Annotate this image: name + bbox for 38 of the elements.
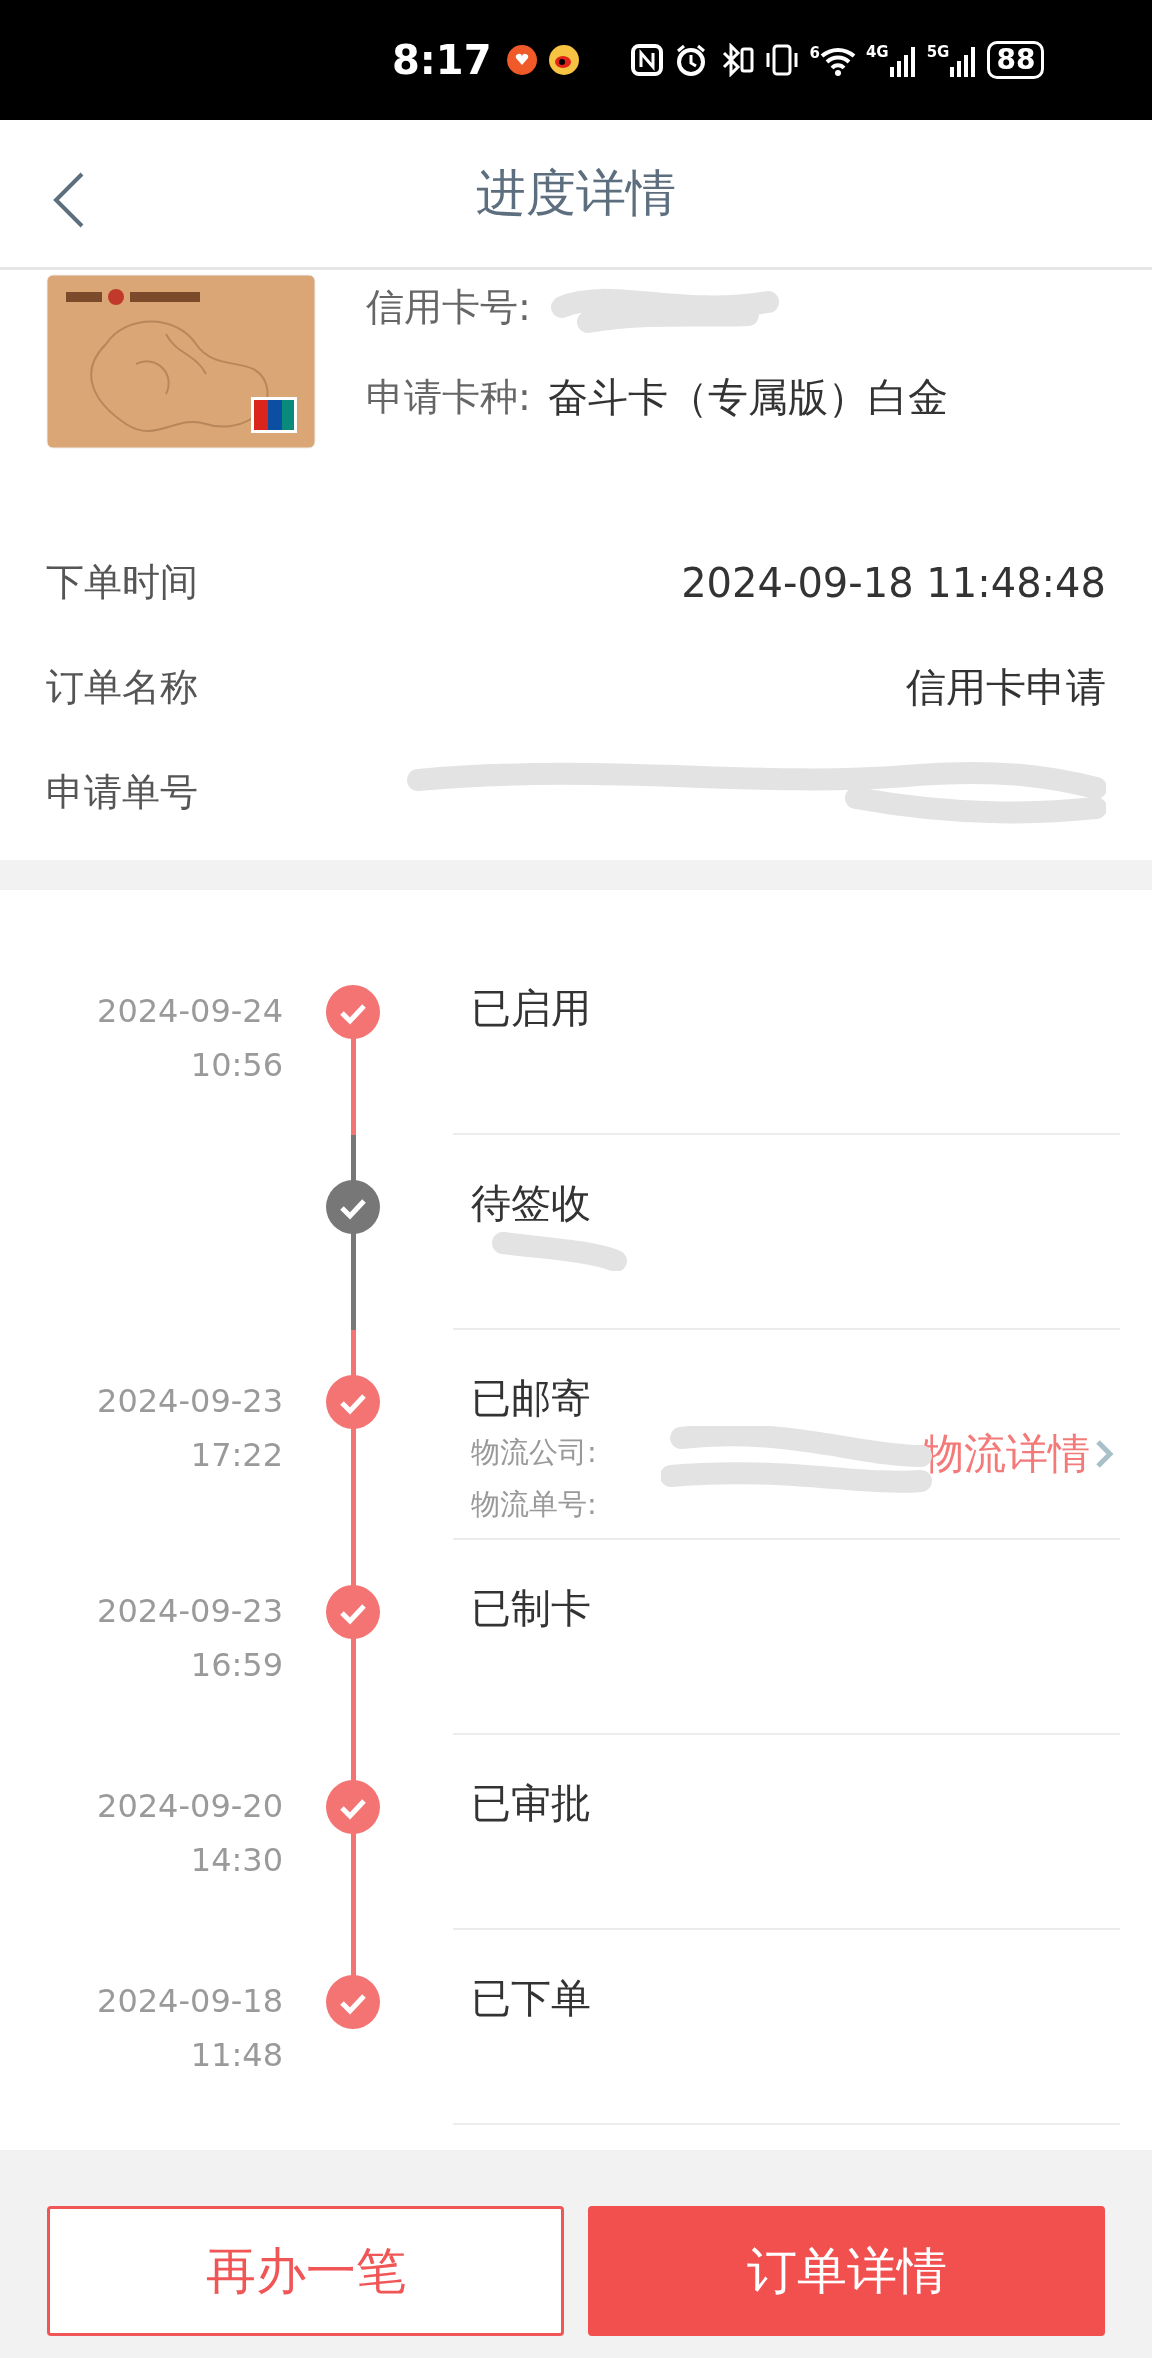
info-value: 信用卡申请 [906,663,1106,712]
wifi-label: 6 [809,44,820,62]
event-time: 10:56 [190,1045,283,1086]
event-time: 17:22 [190,1435,283,1476]
logistics-label: 物流单号: [471,1486,597,1523]
event-date: 2024-09-23 [97,1381,283,1422]
info-value: 2024-09-18 11:48:48 [681,559,1106,606]
network-label: 4G [865,43,889,61]
event-date: 2024-09-24 [97,991,283,1032]
info-label: 申请单号 [46,769,198,816]
status-time: 8:17 [392,37,492,83]
battery-level: 88 [987,41,1045,79]
status-label: 已邮寄 [471,1374,592,1423]
page-title: 进度详情 [476,163,676,224]
apply-again-button[interactable]: 再办一笔 [47,2206,564,2336]
event-date: 2024-09-18 [97,1981,283,2022]
logistics-label: 物流公司: [471,1434,597,1471]
event-time: 14:30 [190,1840,283,1881]
order-details-button[interactable]: 订单详情 [588,2206,1105,2336]
event-date: 2024-09-20 [97,1786,283,1827]
app-notification-icon [547,44,580,76]
app-notification-icon [505,44,538,76]
event-time: 11:48 [190,2035,283,2076]
info-label: 下单时间 [46,559,198,606]
info-label: 订单名称 [46,664,198,711]
status-label: 已审批 [471,1779,592,1828]
chevron-right-icon [1094,1439,1114,1469]
status-label: 已下单 [471,1974,592,2023]
event-time: 16:59 [190,1645,283,1686]
network-label: 5G [926,43,950,61]
status-label: 已制卡 [471,1584,592,1633]
nfc-icon [629,43,664,77]
status-label: 已启用 [471,984,592,1033]
card-type: 奋斗卡（专属版）白金 [548,372,948,422]
field-label: 申请卡种: [366,373,532,421]
status-label: 待签收 [471,1179,592,1228]
event-date: 2024-09-23 [97,1591,283,1632]
field-label: 信用卡号: [366,283,532,331]
